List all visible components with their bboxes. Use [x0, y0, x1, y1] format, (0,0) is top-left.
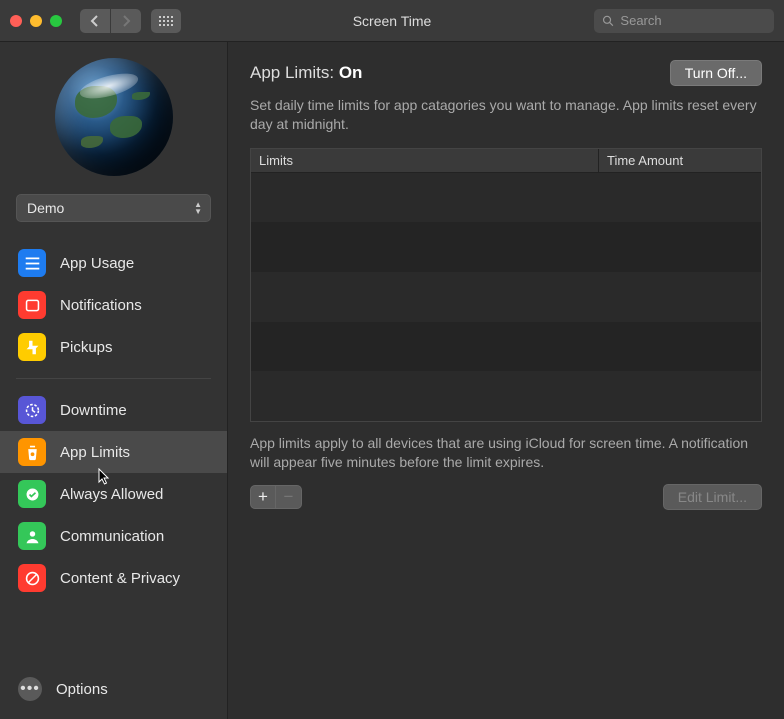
sidebar: Demo ▲▼ App Usage Notifications Pic	[0, 42, 228, 719]
window-controls	[10, 15, 62, 27]
sidebar-item-always-allowed[interactable]: Always Allowed	[0, 473, 227, 515]
remove-limit-button[interactable]: −	[276, 485, 302, 509]
table-row	[251, 272, 761, 322]
forward-button[interactable]	[111, 9, 141, 33]
content-pane: App Limits: On Turn Off... Set daily tim…	[228, 42, 784, 719]
app-limits-icon	[18, 438, 46, 466]
sidebar-item-label: Content & Privacy	[60, 570, 180, 587]
titlebar: Screen Time	[0, 0, 784, 42]
page-title: App Limits: On	[250, 63, 362, 83]
back-button[interactable]	[80, 9, 110, 33]
page-title-state: On	[339, 63, 363, 82]
nav-buttons	[80, 9, 141, 33]
show-all-button[interactable]	[151, 9, 181, 33]
communication-icon	[18, 522, 46, 550]
sidebar-item-app-usage[interactable]: App Usage	[0, 242, 227, 284]
search-input[interactable]	[620, 13, 766, 28]
add-limit-button[interactable]: +	[250, 485, 276, 509]
downtime-icon	[18, 396, 46, 424]
close-window-button[interactable]	[10, 15, 22, 27]
edit-limit-button[interactable]: Edit Limit...	[663, 484, 762, 510]
sidebar-item-notifications[interactable]: Notifications	[0, 284, 227, 326]
search-field[interactable]	[594, 9, 774, 33]
content-privacy-icon	[18, 564, 46, 592]
sidebar-divider	[16, 378, 211, 379]
user-select[interactable]: Demo ▲▼	[16, 194, 211, 222]
column-header-time-amount[interactable]: Time Amount	[599, 149, 761, 172]
options-icon: •••	[18, 677, 42, 701]
page-description: Set daily time limits for app catagories…	[250, 96, 762, 134]
page-title-prefix: App Limits:	[250, 63, 339, 82]
pickups-icon	[18, 333, 46, 361]
user-select-label: Demo	[27, 200, 64, 216]
always-allowed-icon	[18, 480, 46, 508]
chevron-left-icon	[90, 15, 100, 27]
app-usage-icon	[18, 249, 46, 277]
notifications-icon	[18, 291, 46, 319]
sidebar-item-pickups[interactable]: Pickups	[0, 326, 227, 368]
footnote-text: App limits apply to all devices that are…	[250, 434, 762, 472]
table-row	[251, 371, 761, 421]
column-header-limits[interactable]: Limits	[251, 149, 599, 172]
sidebar-item-app-limits[interactable]: App Limits	[0, 431, 227, 473]
updown-chevron-icon: ▲▼	[194, 202, 202, 215]
sidebar-item-label: Notifications	[60, 297, 142, 314]
window-title: Screen Time	[353, 13, 432, 29]
sidebar-item-communication[interactable]: Communication	[0, 515, 227, 557]
sidebar-item-label: Communication	[60, 528, 164, 545]
table-body[interactable]	[251, 173, 761, 421]
sidebar-item-label: Always Allowed	[60, 486, 163, 503]
action-row: + − Edit Limit...	[250, 484, 762, 510]
zoom-window-button[interactable]	[50, 15, 62, 27]
grid-icon	[159, 16, 173, 26]
sidebar-item-options[interactable]: ••• Options	[0, 665, 227, 713]
search-icon	[602, 14, 614, 28]
table-row	[251, 222, 761, 272]
table-header: Limits Time Amount	[251, 149, 761, 173]
sidebar-item-label: Options	[56, 681, 108, 698]
globe-avatar	[55, 58, 173, 176]
user-avatar-wrap	[0, 58, 227, 176]
turn-off-button[interactable]: Turn Off...	[670, 60, 762, 86]
sidebar-item-label: Downtime	[60, 402, 127, 419]
sidebar-item-label: App Limits	[60, 444, 130, 461]
limits-table: Limits Time Amount	[250, 148, 762, 422]
minimize-window-button[interactable]	[30, 15, 42, 27]
table-row	[251, 173, 761, 223]
table-row	[251, 322, 761, 372]
content-header: App Limits: On Turn Off...	[250, 60, 762, 86]
sidebar-item-label: Pickups	[60, 339, 113, 356]
chevron-right-icon	[121, 15, 131, 27]
sidebar-item-content-privacy[interactable]: Content & Privacy	[0, 557, 227, 599]
sidebar-item-downtime[interactable]: Downtime	[0, 389, 227, 431]
sidebar-list: App Usage Notifications Pickups Down	[0, 242, 227, 599]
sidebar-item-label: App Usage	[60, 255, 134, 272]
